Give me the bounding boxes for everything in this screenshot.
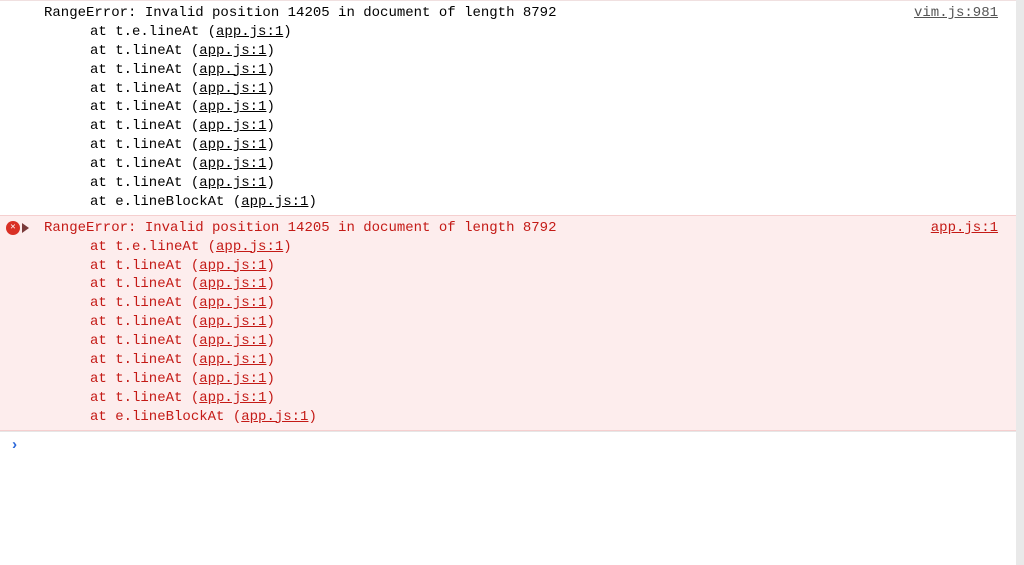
frame-text: at t.lineAt ( [90, 175, 199, 191]
frame-text: at t.lineAt ( [90, 390, 199, 406]
frame-suffix: ) [266, 295, 274, 311]
error-message: RangeError: Invalid position 14205 in do… [44, 4, 556, 23]
stack-frame: at t.lineAt (app.js:1) [90, 275, 1010, 294]
frame-suffix: ) [308, 409, 316, 425]
frame-suffix: ) [266, 175, 274, 191]
frame-suffix: ) [266, 62, 274, 78]
file-link[interactable]: app.js:1 [216, 239, 283, 255]
frame-suffix: ) [266, 118, 274, 134]
frame-suffix: ) [266, 371, 274, 387]
frame-text: at t.lineAt ( [90, 371, 199, 387]
stack-frame: at t.lineAt (app.js:1) [90, 136, 1010, 155]
disclosure-triangle-icon[interactable] [22, 223, 29, 233]
frame-text: at t.e.lineAt ( [90, 24, 216, 40]
stack-frame: at t.lineAt (app.js:1) [90, 351, 1010, 370]
file-link[interactable]: app.js:1 [199, 390, 266, 406]
stack-frame: at t.lineAt (app.js:1) [90, 370, 1010, 389]
frame-suffix: ) [266, 333, 274, 349]
console-prompt[interactable]: › [0, 431, 1016, 565]
frame-text: at e.lineBlockAt ( [90, 409, 241, 425]
file-link[interactable]: app.js:1 [199, 258, 266, 274]
file-link[interactable]: app.js:1 [216, 24, 283, 40]
source-link[interactable]: app.js:1 [931, 219, 998, 238]
frame-text: at t.e.lineAt ( [90, 239, 216, 255]
frame-suffix: ) [266, 390, 274, 406]
file-link[interactable]: app.js:1 [241, 194, 308, 210]
stack-frame: at e.lineBlockAt (app.js:1) [90, 193, 1010, 212]
frame-suffix: ) [283, 24, 291, 40]
frame-text: at t.lineAt ( [90, 352, 199, 368]
stack-frame: at t.lineAt (app.js:1) [90, 294, 1010, 313]
frame-text: at t.lineAt ( [90, 62, 199, 78]
file-link[interactable]: app.js:1 [199, 352, 266, 368]
frame-suffix: ) [266, 43, 274, 59]
file-link[interactable]: app.js:1 [199, 175, 266, 191]
frame-suffix: ) [266, 81, 274, 97]
file-link[interactable]: app.js:1 [199, 99, 266, 115]
devtools-console: vim.js:981 RangeError: Invalid position … [0, 0, 1024, 565]
frame-suffix: ) [308, 194, 316, 210]
console-entry: vim.js:981 RangeError: Invalid position … [0, 0, 1016, 215]
file-link[interactable]: app.js:1 [199, 62, 266, 78]
stack-frame: at t.lineAt (app.js:1) [90, 98, 1010, 117]
file-link[interactable]: app.js:1 [199, 295, 266, 311]
file-link[interactable]: app.js:1 [199, 43, 266, 59]
stack-trace: at t.e.lineAt (app.js:1) at t.lineAt (ap… [6, 23, 1010, 212]
file-link[interactable]: app.js:1 [199, 156, 266, 172]
frame-suffix: ) [266, 276, 274, 292]
stack-frame: at t.lineAt (app.js:1) [90, 332, 1010, 351]
console-entry-error: app.js:1 RangeError: Invalid position 14… [0, 215, 1016, 431]
file-link[interactable]: app.js:1 [199, 333, 266, 349]
error-icon [6, 221, 20, 235]
frame-suffix: ) [283, 239, 291, 255]
stack-frame: at t.e.lineAt (app.js:1) [90, 238, 1010, 257]
stack-frame: at t.lineAt (app.js:1) [90, 389, 1010, 408]
frame-text: at t.lineAt ( [90, 118, 199, 134]
frame-text: at t.lineAt ( [90, 156, 199, 172]
stack-frame: at t.lineAt (app.js:1) [90, 42, 1010, 61]
frame-suffix: ) [266, 156, 274, 172]
stack-frame: at t.lineAt (app.js:1) [90, 313, 1010, 332]
file-link[interactable]: app.js:1 [199, 314, 266, 330]
stack-frame: at t.e.lineAt (app.js:1) [90, 23, 1010, 42]
stack-frame: at t.lineAt (app.js:1) [90, 174, 1010, 193]
message-row: RangeError: Invalid position 14205 in do… [6, 219, 1010, 238]
entry-gutter [6, 219, 40, 237]
prompt-caret-icon: › [10, 437, 19, 454]
file-link[interactable]: app.js:1 [199, 371, 266, 387]
stack-frame: at t.lineAt (app.js:1) [90, 117, 1010, 136]
frame-text: at t.lineAt ( [90, 314, 199, 330]
frame-text: at t.lineAt ( [90, 81, 199, 97]
frame-text: at t.lineAt ( [90, 333, 199, 349]
frame-suffix: ) [266, 137, 274, 153]
file-link[interactable]: app.js:1 [199, 137, 266, 153]
stack-trace: at t.e.lineAt (app.js:1) at t.lineAt (ap… [6, 238, 1010, 427]
frame-text: at e.lineBlockAt ( [90, 194, 241, 210]
frame-text: at t.lineAt ( [90, 258, 199, 274]
stack-frame: at t.lineAt (app.js:1) [90, 80, 1010, 99]
frame-suffix: ) [266, 258, 274, 274]
frame-suffix: ) [266, 314, 274, 330]
source-link[interactable]: vim.js:981 [914, 4, 998, 23]
stack-frame: at e.lineBlockAt (app.js:1) [90, 408, 1010, 427]
message-row: RangeError: Invalid position 14205 in do… [6, 4, 1010, 23]
frame-text: at t.lineAt ( [90, 137, 199, 153]
frame-suffix: ) [266, 352, 274, 368]
frame-text: at t.lineAt ( [90, 43, 199, 59]
stack-frame: at t.lineAt (app.js:1) [90, 155, 1010, 174]
file-link[interactable]: app.js:1 [199, 276, 266, 292]
frame-text: at t.lineAt ( [90, 276, 199, 292]
stack-frame: at t.lineAt (app.js:1) [90, 257, 1010, 276]
file-link[interactable]: app.js:1 [241, 409, 308, 425]
file-link[interactable]: app.js:1 [199, 118, 266, 134]
file-link[interactable]: app.js:1 [199, 81, 266, 97]
error-message: RangeError: Invalid position 14205 in do… [44, 219, 556, 238]
stack-frame: at t.lineAt (app.js:1) [90, 61, 1010, 80]
frame-suffix: ) [266, 99, 274, 115]
frame-text: at t.lineAt ( [90, 99, 199, 115]
frame-text: at t.lineAt ( [90, 295, 199, 311]
